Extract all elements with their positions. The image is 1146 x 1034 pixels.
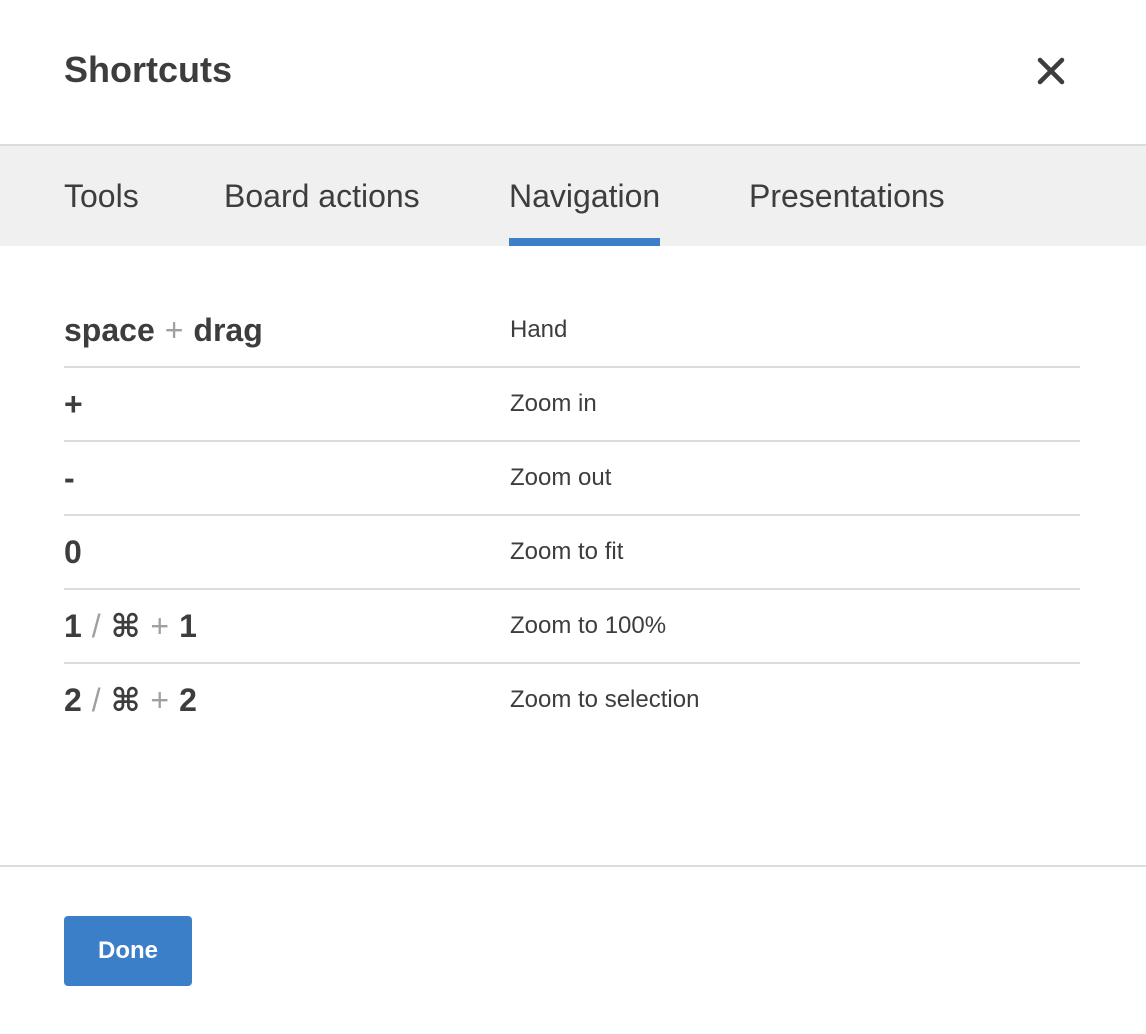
tab-board-actions[interactable]: Board actions xyxy=(224,146,420,246)
shortcut-description: Zoom to fit xyxy=(510,538,624,565)
key-separator: + xyxy=(150,608,170,644)
shortcut-row-zoom-out: - Zoom out xyxy=(64,442,1080,516)
done-button[interactable]: Done xyxy=(64,916,192,986)
shortcut-keys: - xyxy=(64,442,75,514)
key-separator: / xyxy=(91,608,101,644)
tab-tools[interactable]: Tools xyxy=(64,146,139,246)
shortcut-description: Zoom out xyxy=(510,464,612,491)
shortcut-keys: 0 xyxy=(64,516,82,588)
shortcut-keys: 1/⌘ +1 xyxy=(64,590,197,662)
shortcut-description: Zoom to selection xyxy=(510,686,700,713)
shortcut-keys: + xyxy=(64,368,83,440)
close-icon xyxy=(1037,57,1065,85)
footer-divider xyxy=(0,865,1146,867)
command-key-icon: ⌘ xyxy=(110,608,141,644)
key: + xyxy=(64,386,83,422)
key: - xyxy=(64,460,75,496)
shortcut-row-zoom-in: + Zoom in xyxy=(64,368,1080,442)
shortcut-row-zoom-to-fit: 0 Zoom to fit xyxy=(64,516,1080,590)
command-key-icon: ⌘ xyxy=(110,682,141,718)
shortcut-description: Zoom in xyxy=(510,390,597,417)
tab-navigation[interactable]: Navigation xyxy=(509,146,661,246)
key: 1 xyxy=(179,608,197,644)
shortcut-keys: 2/⌘ +2 xyxy=(64,664,197,736)
shortcut-keys: space + drag xyxy=(64,294,263,366)
key: 1 xyxy=(64,608,82,644)
shortcut-row-zoom-100: 1/⌘ +1 Zoom to 100% xyxy=(64,590,1080,664)
shortcut-row-hand: space + drag Hand xyxy=(64,294,1080,368)
key: drag xyxy=(193,312,263,348)
key: 2 xyxy=(179,682,197,718)
key-separator: / xyxy=(91,682,101,718)
key: space xyxy=(64,312,155,348)
key: 2 xyxy=(64,682,82,718)
shortcut-description: Zoom to 100% xyxy=(510,612,667,639)
key-separator: + xyxy=(150,682,170,718)
dialog-title: Shortcuts xyxy=(64,49,233,90)
shortcut-list: space + drag Hand + Zoom in - Zoom out 0 Z… xyxy=(64,294,1080,738)
shortcuts-dialog: Shortcuts Tools Board actions Navigation… xyxy=(0,0,1146,1034)
dialog-header: Shortcuts xyxy=(0,0,1146,144)
key-separator: + xyxy=(164,312,184,348)
key: 0 xyxy=(64,534,82,570)
shortcut-description: Hand xyxy=(510,316,568,343)
close-button[interactable] xyxy=(1030,50,1072,92)
tab-presentations[interactable]: Presentations xyxy=(749,146,945,246)
shortcut-row-zoom-to-selection: 2/⌘ +2 Zoom to selection xyxy=(64,664,1080,738)
tab-bar: Tools Board actions Navigation Presentat… xyxy=(0,144,1146,246)
